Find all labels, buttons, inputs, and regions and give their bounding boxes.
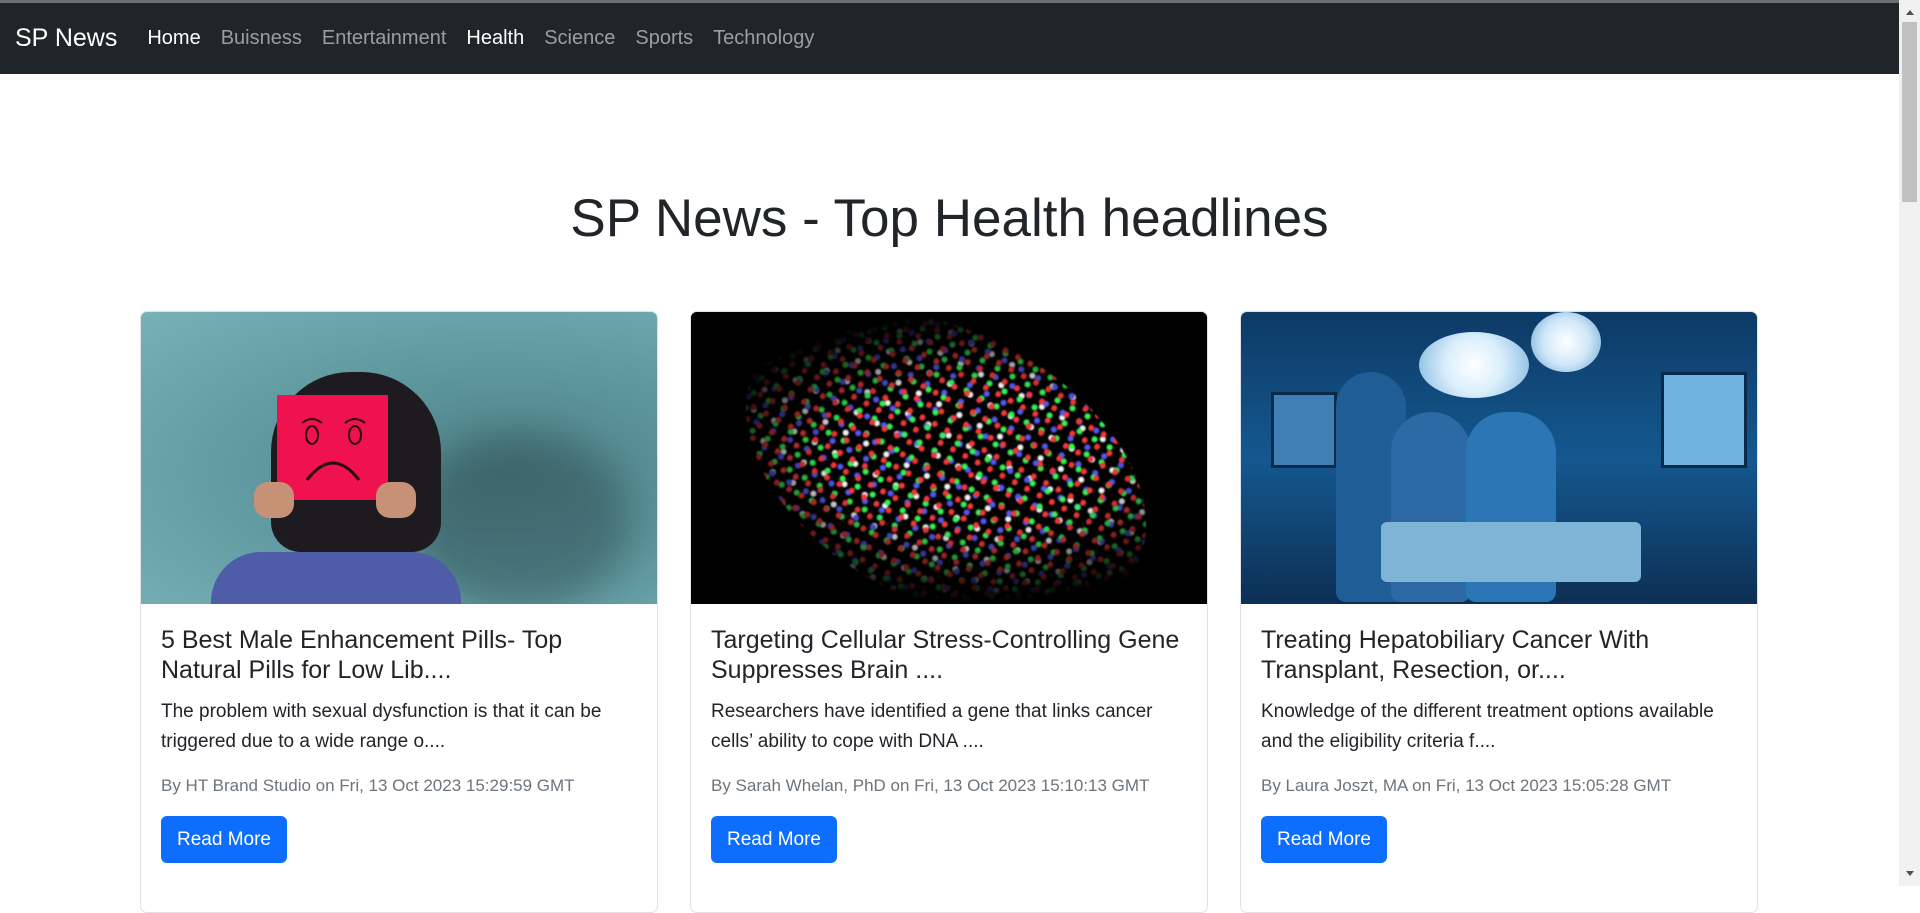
nav-sports[interactable]: Sports: [635, 27, 693, 50]
page-title: SP News - Top Health headlines: [570, 189, 1329, 248]
article-image: [691, 312, 1207, 604]
article-description: The problem with sexual dysfunction is t…: [161, 701, 602, 752]
scroll-thumb[interactable]: [1902, 22, 1917, 202]
brand-link[interactable]: SP News: [15, 24, 117, 53]
article-title: 5 Best Male Enhancement Pills- Top Natur…: [161, 626, 563, 684]
nav-technology[interactable]: Technology: [713, 27, 814, 50]
vertical-scrollbar[interactable]: [1899, 0, 1920, 886]
nav-health[interactable]: Health: [466, 27, 524, 50]
read-more-button[interactable]: Read More: [1261, 816, 1387, 863]
article-meta: By Laura Joszt, MA on Fri, 13 Oct 2023 1…: [1261, 776, 1672, 795]
news-card: Targeting Cellular Stress-Controlling Ge…: [690, 311, 1208, 913]
nav-entertainment[interactable]: Entertainment: [322, 27, 447, 50]
nav-science[interactable]: Science: [544, 27, 615, 50]
nav-home[interactable]: Home: [147, 27, 200, 50]
article-image: [141, 312, 657, 604]
top-navbar: SP News Home Buisness Entertainment Heal…: [0, 3, 1899, 74]
article-title: Targeting Cellular Stress-Controlling Ge…: [711, 626, 1180, 684]
news-card: 5 Best Male Enhancement Pills- Top Natur…: [140, 311, 658, 913]
scroll-up-arrow-icon[interactable]: [1899, 6, 1920, 18]
read-more-button[interactable]: Read More: [161, 816, 287, 863]
article-meta: By HT Brand Studio on Fri, 13 Oct 2023 1…: [161, 776, 575, 795]
scroll-down-arrow-icon[interactable]: [1899, 868, 1920, 880]
article-image: [1241, 312, 1757, 604]
read-more-button[interactable]: Read More: [711, 816, 837, 863]
news-card: Treating Hepatobiliary Cancer With Trans…: [1240, 311, 1758, 913]
article-meta: By Sarah Whelan, PhD on Fri, 13 Oct 2023…: [711, 776, 1150, 795]
nav-business[interactable]: Buisness: [221, 27, 302, 50]
sad-face-drawing: [301, 418, 366, 481]
article-title: Treating Hepatobiliary Cancer With Trans…: [1261, 626, 1650, 684]
article-description: Knowledge of the different treatment opt…: [1261, 701, 1714, 752]
article-description: Researchers have identified a gene that …: [711, 701, 1153, 752]
